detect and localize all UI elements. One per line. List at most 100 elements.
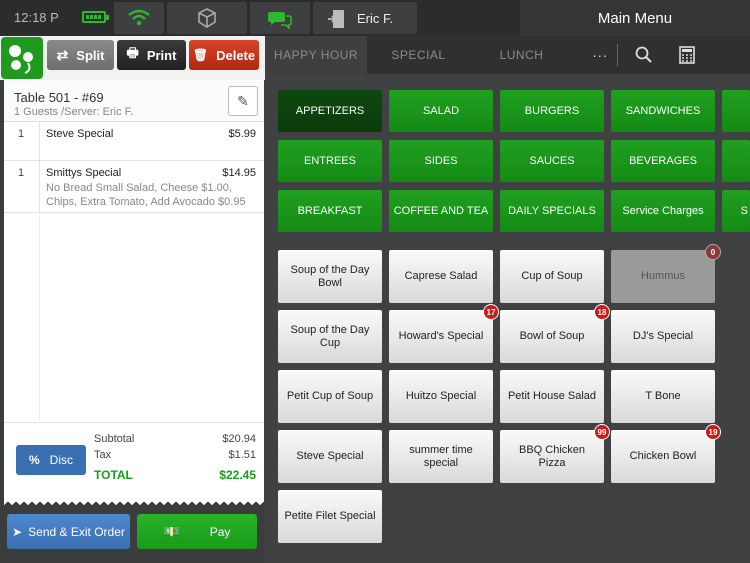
tabs-divider <box>617 44 618 66</box>
category-salad[interactable]: SALAD <box>389 90 493 132</box>
item-price: $14.95 <box>222 167 256 179</box>
logout-icon <box>328 10 344 28</box>
category-service-charges[interactable]: Service Charges <box>611 190 715 232</box>
tax-label: Tax <box>94 449 112 461</box>
tax-value: $1.51 <box>228 449 256 461</box>
menu-item-label: Petite Filet Special <box>284 510 376 522</box>
menu-item-label: Hummus <box>640 270 685 282</box>
category-overflow[interactable] <box>722 140 750 182</box>
menu-item-label: Huitzo Special <box>405 390 477 402</box>
category-sandwiches[interactable]: SANDWICHES <box>611 90 715 132</box>
pencil-icon: ✎ <box>237 93 249 109</box>
menu-item-label: Steve Special <box>296 450 364 462</box>
wifi-button[interactable] <box>114 2 164 34</box>
item-price: $5.99 <box>228 128 256 140</box>
send-label: Send & Exit Order <box>28 524 125 539</box>
category-coffee-and-tea[interactable]: COFFEE AND TEA <box>389 190 493 232</box>
send-exit-button[interactable]: ➤ Send & Exit Order <box>7 514 130 549</box>
menu-item[interactable]: Petite Filet Special <box>278 490 382 543</box>
menu-item[interactable]: Steve Special <box>278 430 382 483</box>
tab-happy-hour[interactable]: HAPPY HOUR <box>265 36 367 74</box>
menu-item[interactable]: Soup of the Day Cup <box>278 310 382 363</box>
stock-badge: 18 <box>594 304 610 320</box>
menu-item[interactable]: Petit Cup of Soup <box>278 370 382 423</box>
stock-badge: 0 <box>705 244 721 260</box>
split-button[interactable]: ⇄ Split <box>47 40 114 70</box>
menu-item[interactable]: Chicken Bowl 19 <box>611 424 721 483</box>
item-modifiers: No Bread Small Salad, Cheese $1.00, Chip… <box>46 182 246 208</box>
order-line-item[interactable]: 1 Steve Special $5.99 <box>4 122 264 161</box>
category-overflow[interactable] <box>722 90 750 132</box>
column-divider <box>39 213 40 421</box>
pay-label: Pay <box>209 524 231 539</box>
box-icon <box>198 8 216 28</box>
category-beverages[interactable]: BEVERAGES <box>611 140 715 182</box>
category-entrees[interactable]: ENTREES <box>278 140 382 182</box>
print-button[interactable]: 🖶 Print <box>117 40 186 70</box>
item-qty: 1 <box>18 128 25 140</box>
menu-item-label: Petit House Salad <box>507 390 597 402</box>
table-number: Table 501 - #69 <box>14 90 104 105</box>
stock-badge: 99 <box>594 424 610 440</box>
messages-button[interactable] <box>250 2 310 34</box>
top-bar: 12:18 P Eric F. Main Menu <box>0 0 750 36</box>
menu-item[interactable]: BBQ Chicken Pizza 99 <box>500 424 610 483</box>
menu-item[interactable]: Hummus 0 <box>611 244 721 303</box>
subtotal-label: Subtotal <box>94 433 135 445</box>
category-sides[interactable]: SIDES <box>389 140 493 182</box>
menu-item-label: Cup of Soup <box>521 270 583 282</box>
guests-server: 1 Guests /Server: Eric F. <box>14 106 134 118</box>
menu-item-label: Bowl of Soup <box>519 330 585 342</box>
category-breakfast[interactable]: BREAKFAST <box>278 190 382 232</box>
menu-item-label: summer time special <box>409 443 473 469</box>
cash-icon: 💵 <box>163 523 180 539</box>
menu-item[interactable]: DJ's Special <box>611 310 715 363</box>
item-qty: 1 <box>18 167 25 179</box>
total-label: TOTAL <box>94 468 133 482</box>
send-icon: ➤ <box>12 524 23 539</box>
stock-badge: 19 <box>705 424 721 440</box>
more-tabs-button[interactable]: ··· <box>583 36 617 74</box>
menu-item-label: T Bone <box>645 390 681 402</box>
menu-item[interactable]: Cup of Soup <box>500 250 604 303</box>
menu-item[interactable]: Howard's Special 17 <box>389 304 499 363</box>
category-daily-specials[interactable]: DAILY SPECIALS <box>500 190 604 232</box>
menu-item-label: Petit Cup of Soup <box>286 390 374 402</box>
pay-button[interactable]: 💵 Pay <box>137 514 257 549</box>
menu-tabs: HAPPY HOUR SPECIAL LUNCH ··· <box>265 36 750 74</box>
menu-item[interactable]: summer time special <box>389 430 493 483</box>
menu-item-label: Caprese Salad <box>404 270 478 282</box>
menu-item[interactable]: T Bone <box>611 370 715 423</box>
tab-special[interactable]: SPECIAL <box>367 36 470 74</box>
discount-button[interactable]: % Disc <box>16 445 86 475</box>
menu-item-label: Chicken Bowl <box>629 450 697 462</box>
delete-label: Delete <box>216 47 256 63</box>
search-button[interactable] <box>629 36 659 74</box>
menu-item[interactable]: Caprese Salad <box>389 250 493 303</box>
category-appetizers[interactable]: APPETIZERS <box>278 90 382 132</box>
discount-label: Disc <box>49 453 73 467</box>
menu-item-label: Howard's Special <box>398 330 484 342</box>
category-burgers[interactable]: BURGERS <box>500 90 604 132</box>
menu-item[interactable]: Bowl of Soup 18 <box>500 304 610 363</box>
order-line-item[interactable]: 1 Smittys Special $14.95 No Bread Small … <box>4 161 264 213</box>
menu-item[interactable]: Huitzo Special <box>389 370 493 423</box>
order-header: Table 501 - #69 1 Guests /Server: Eric F… <box>4 80 264 122</box>
print-label: Print <box>146 47 177 63</box>
page-title: Main Menu <box>520 0 750 36</box>
home-button[interactable] <box>1 37 43 79</box>
delete-button[interactable]: 🗑 Delete <box>189 40 259 70</box>
menu-item[interactable]: Petit House Salad <box>500 370 604 423</box>
menu-item[interactable]: Soup of the Day Bowl <box>278 250 382 303</box>
edit-order-button[interactable]: ✎ <box>228 86 258 116</box>
menu-item-label: Soup of the Day Bowl <box>290 263 370 289</box>
item-name: Smittys Special <box>46 167 122 179</box>
category-overflow[interactable]: S <box>722 190 750 232</box>
printer-icon: 🖶 <box>126 45 139 60</box>
cash-drawer-button[interactable] <box>167 2 247 34</box>
tab-lunch[interactable]: LUNCH <box>470 36 573 74</box>
category-sauces[interactable]: SAUCES <box>500 140 604 182</box>
calculator-button[interactable] <box>673 36 701 74</box>
percent-icon: % <box>28 453 40 467</box>
split-label: Split <box>76 47 105 63</box>
